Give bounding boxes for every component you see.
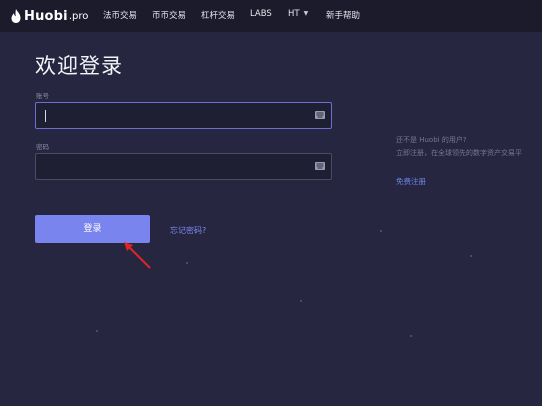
account-field[interactable] <box>35 102 332 129</box>
forgot-password-link[interactable]: 忘记密码? <box>170 225 206 236</box>
nav-item-coin-trading[interactable]: 币币交易 <box>152 9 186 21</box>
register-prompt: 还不是 Huobi 的用户? <box>396 136 467 144</box>
password-field[interactable] <box>35 153 332 180</box>
logo-suffix: .pro <box>68 10 89 22</box>
background-dot <box>186 262 188 264</box>
background-dot <box>96 330 98 332</box>
page-title: 欢迎登录 <box>35 54 123 78</box>
logo-name: Huobi <box>24 8 68 24</box>
text-cursor <box>45 110 46 122</box>
password-input[interactable] <box>44 158 304 175</box>
account-input[interactable] <box>44 107 304 124</box>
account-label: 账号 <box>36 92 49 100</box>
background-dot <box>380 230 382 232</box>
nav-item-margin-trading[interactable]: 杠杆交易 <box>201 9 235 21</box>
password-label: 密码 <box>36 143 49 151</box>
keyboard-icon[interactable] <box>315 111 325 119</box>
background-dot <box>300 300 302 302</box>
chevron-down-icon: ▼ <box>303 10 309 17</box>
logo[interactable]: Huobi .pro <box>11 6 88 26</box>
keyboard-icon[interactable] <box>315 162 325 170</box>
flame-icon <box>11 9 21 23</box>
background-dot <box>410 335 412 337</box>
nav-item-help[interactable]: 新手帮助 <box>326 9 360 21</box>
nav-item-labs[interactable]: LABS <box>250 9 272 19</box>
top-navigation-bar: Huobi .pro 法币交易 币币交易 杠杆交易 LABS HT ▼ 新手帮助 <box>0 0 542 32</box>
signup-link[interactable]: 免费注册 <box>396 176 426 187</box>
nav-item-ht-label: HT <box>288 9 300 19</box>
register-description: 立即注册，在全球领先的数字资产交易平 <box>396 149 522 157</box>
nav-item-fiat-trading[interactable]: 法币交易 <box>103 9 137 21</box>
nav-item-ht[interactable]: HT ▼ <box>288 9 308 19</box>
background-dot <box>470 255 472 257</box>
annotation-arrow-icon <box>124 242 151 269</box>
